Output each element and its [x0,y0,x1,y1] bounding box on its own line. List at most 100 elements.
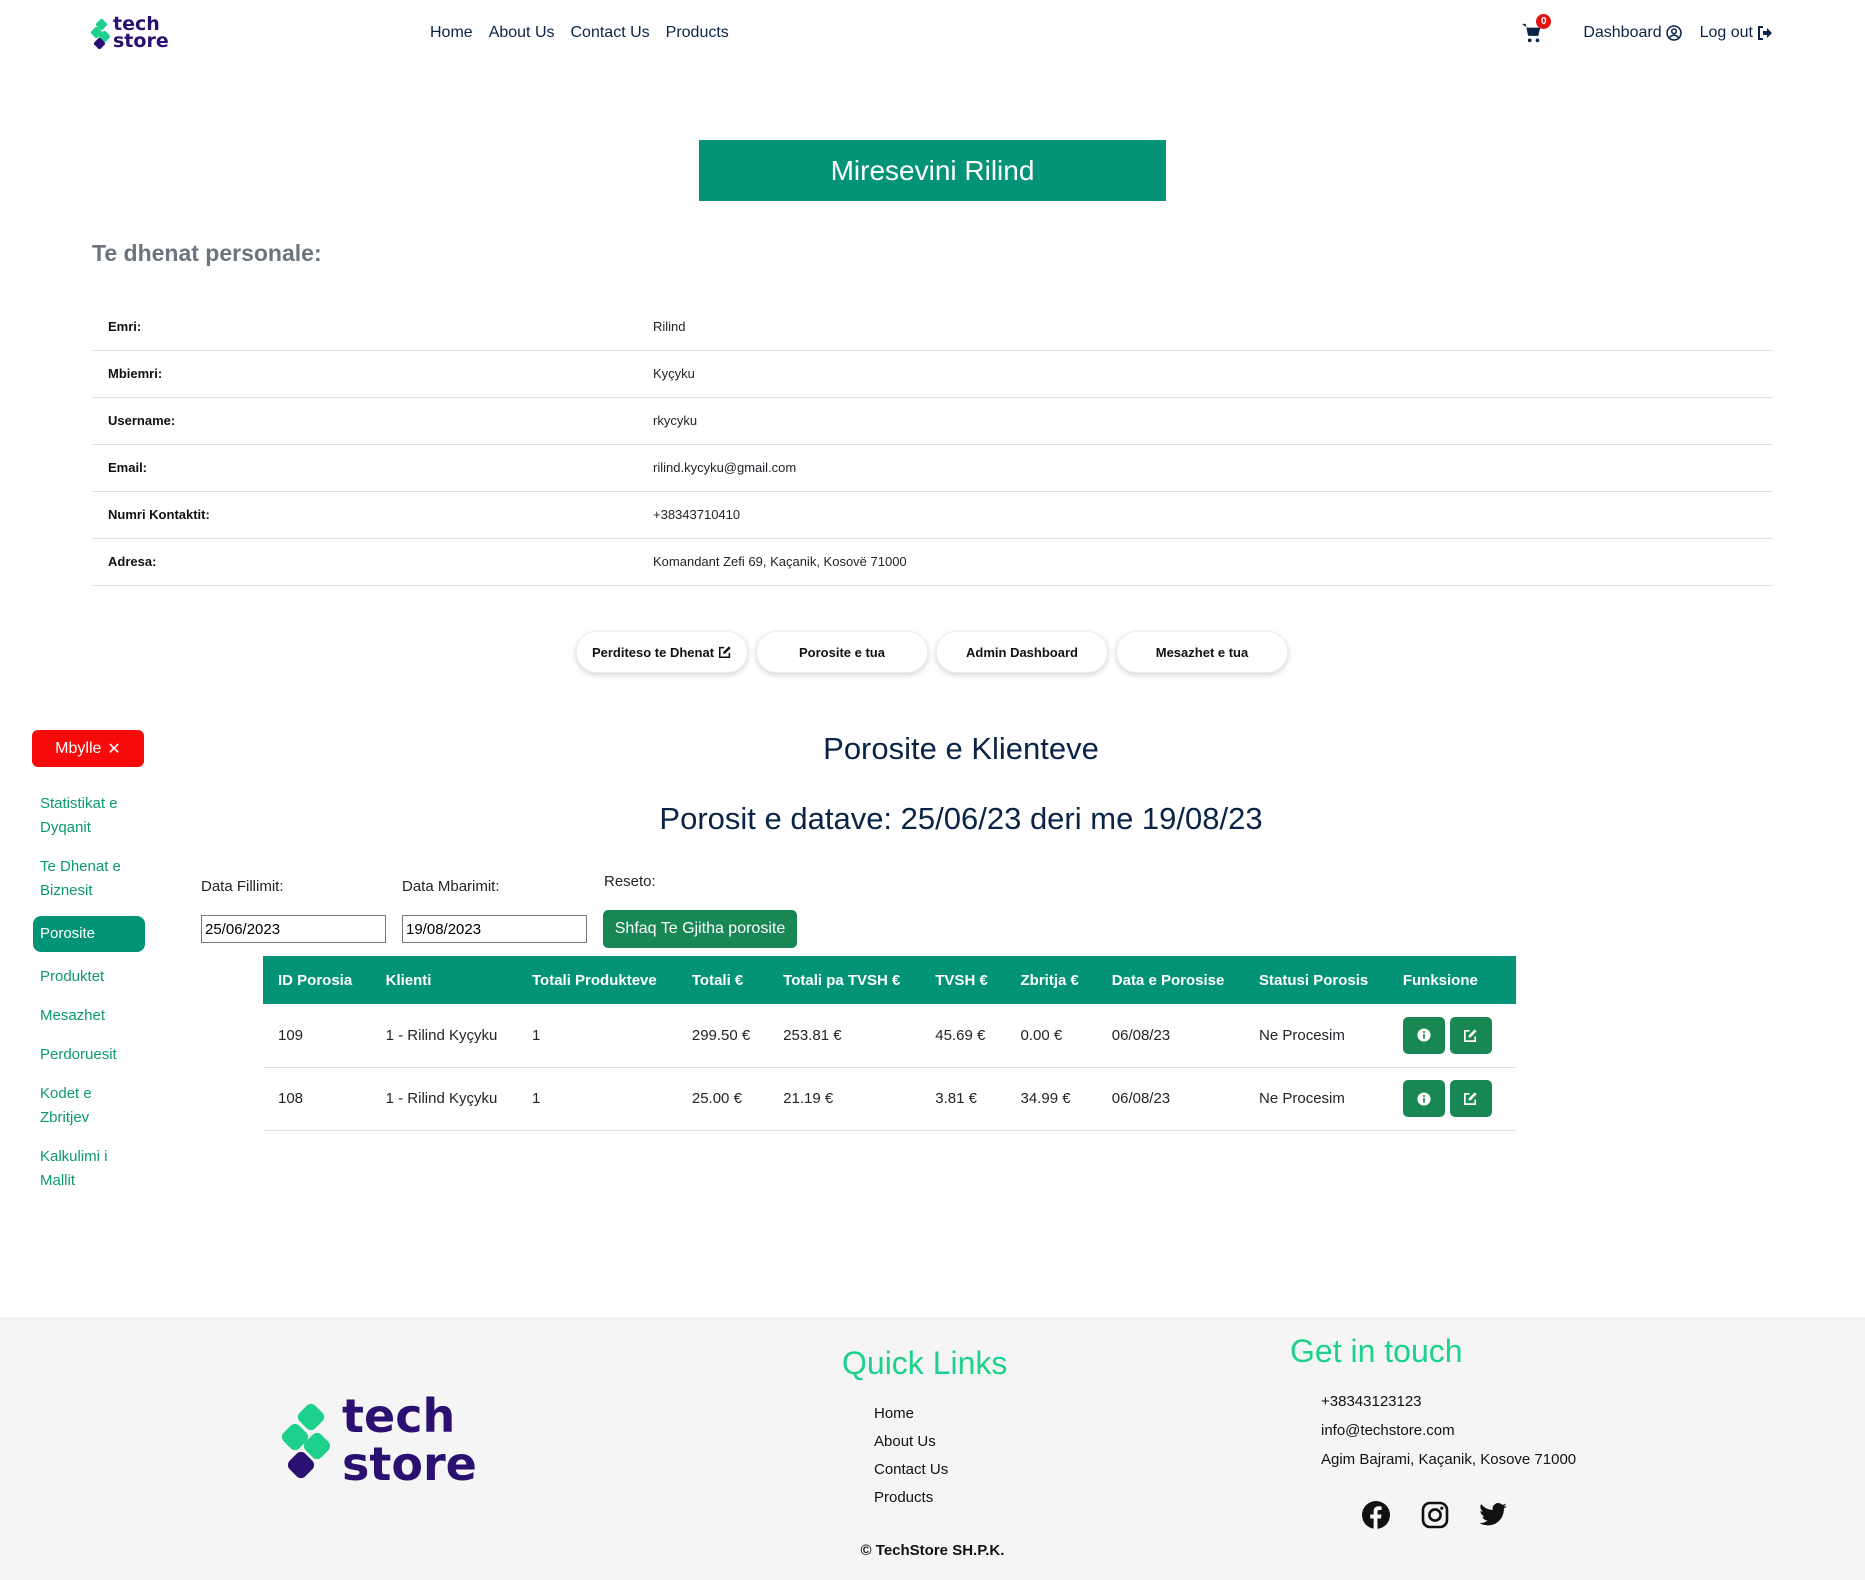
info-icon [1417,1091,1431,1106]
info-row: Mbiemri: Kyçyku [92,350,1773,398]
edit-icon [719,646,731,659]
info-row: Emri: Rilind [92,303,1773,351]
order-discount: 34.99 € [1005,1067,1097,1131]
orders-date-range: Porosit e datave: 25/06/23 deri me 19/08… [659,801,1263,836]
order-status: Ne Procesim [1244,1004,1388,1068]
nav-products[interactable]: Products [666,24,729,42]
cart-count-badge: 0 [1536,14,1552,29]
nav-about[interactable]: About Us [489,24,555,42]
info-label: Numri Kontaktit: [92,491,637,539]
footer-link-about[interactable]: About Us [874,1433,936,1450]
order-vat: 45.69 € [920,1004,1006,1068]
order-total-net: 253.81 € [768,1004,921,1068]
table-row: 108 1 - Rilind Kyçyku 1 25.00 € 21.19 € … [263,1067,1516,1131]
order-info-button[interactable] [1402,1080,1445,1117]
info-value: Kyçyku [637,350,1773,398]
contact-phone: +38343123123 [1321,1393,1422,1410]
column-header: Data e Porosise [1096,956,1245,1004]
update-profile-label: Perditeso te Dhenat [591,644,715,660]
logout-link[interactable]: Log out [1700,24,1773,42]
info-row: Adresa: Komandant Zefi 69, Kaçanik, Kosov… [92,538,1773,586]
order-id: 108 [263,1067,371,1131]
order-client: 1 - Rilind Kyçyku [370,1067,517,1131]
nav-right: 0 Dashboard Log out [1521,14,1773,44]
sidebar-item-discount-codes[interactable]: Kodet e Zbritjev [33,1080,145,1132]
order-edit-button[interactable] [1449,1016,1492,1054]
edit-icon [1464,1029,1477,1042]
orders-table: ID Porosia Klienti Totali Produkteve Tot… [263,956,1516,1131]
end-date-input[interactable] [402,915,587,943]
nav-home[interactable]: Home [430,24,473,42]
edit-icon [1464,1092,1477,1105]
twitter-icon[interactable] [1478,1500,1508,1530]
sidebar-item-products[interactable]: Produktet [33,963,145,991]
my-orders-button[interactable]: Porosite e tua [756,631,928,673]
sidebar-item-orders[interactable]: Porosite [33,916,145,952]
orders-title: Porosite e Klienteve [823,731,1099,766]
info-row: Numri Kontaktit: +38343710410 [92,491,1773,539]
column-header: Klienti [370,956,517,1004]
start-date-label: Data Fillimit: [201,878,284,895]
end-date-label: Data Mbarimit: [402,878,500,895]
copyright: © TechStore SH.P.K. [0,1542,1865,1559]
logo-text: tech store [113,13,169,52]
column-header: Zbritja € [1005,956,1097,1004]
nav-links: Home About Us Contact Us Products [430,24,729,42]
footer-link-home[interactable]: Home [874,1405,914,1422]
order-edit-button[interactable] [1449,1080,1492,1117]
sidebar-item-messages[interactable]: Mesazhet [33,1002,145,1030]
show-all-orders-button[interactable]: Shfaq Te Gjitha porosite [603,910,797,948]
order-actions [1387,1004,1516,1068]
order-vat: 3.81 € [920,1067,1006,1131]
user-circle-icon [1665,25,1682,41]
info-label: Adresa: [92,538,637,586]
info-icon [1417,1028,1431,1042]
info-label: Username: [92,397,637,445]
nav-contact[interactable]: Contact Us [571,24,650,42]
footer-link-contact[interactable]: Contact Us [874,1461,948,1478]
sidebar-item-users[interactable]: Perdoruesit [33,1041,145,1069]
my-messages-button[interactable]: Mesazhet e tua [1116,631,1288,673]
info-value: rilind.kycyku@gmail.com [637,444,1773,492]
quick-links-title: Quick Links [842,1345,1008,1381]
footer-link-products[interactable]: Products [874,1489,933,1506]
dashboard-link[interactable]: Dashboard [1583,24,1682,42]
info-value: +38343710410 [637,491,1773,539]
reset-label: Reseto: [604,873,656,890]
order-actions [1387,1067,1516,1131]
info-row: Email: rilind.kycyku@gmail.com [92,444,1773,492]
sidebar-item-business-data[interactable]: Te Dhenat e Biznesit [33,853,145,905]
order-info-button[interactable] [1402,1016,1445,1054]
instagram-icon[interactable] [1420,1500,1450,1530]
start-date-input[interactable] [201,915,386,943]
copyright-icon: © [860,1542,872,1559]
order-product-count: 1 [517,1067,677,1131]
column-header: ID Porosia [263,956,371,1004]
table-row: 109 1 - Rilind Kyçyku 1 299.50 € 253.81 … [263,1004,1516,1068]
personal-info-table: Emri: Rilind Mbiemri: Kyçyku Username: rkyc… [92,303,1773,586]
order-id: 109 [263,1004,371,1068]
dashboard-label: Dashboard [1583,24,1662,41]
copyright-text: TechStore SH.P.K. [875,1542,1005,1559]
order-product-count: 1 [517,1004,677,1068]
sidebar-item-stock-calculation[interactable]: Kalkulimi i Mallit [33,1143,145,1195]
logo-text: tech store [342,1389,477,1491]
update-profile-button[interactable]: Perditeso te Dhenat [576,631,748,673]
sign-out-icon [1758,26,1772,40]
orders-header-row: ID Porosia Klienti Totali Produkteve Tot… [263,956,1516,1004]
top-navbar: tech store Home About Us Contact Us Prod… [0,0,1865,70]
admin-dashboard-button[interactable]: Admin Dashboard [936,631,1108,673]
info-row: Username: rkycyku [92,397,1773,445]
facebook-icon[interactable] [1361,1500,1391,1530]
info-value: rkycyku [637,397,1773,445]
info-value: Rilind [637,303,1773,351]
get-in-touch-title: Get in touch [1290,1333,1463,1369]
profile-actions: Perditeso te Dhenat Porosite e tua Admin… [576,631,1288,673]
brand-logo[interactable]: tech store [90,13,169,52]
footer-logo[interactable]: tech store [279,1389,477,1491]
order-discount: 0.00 € [1005,1004,1097,1068]
logout-label: Log out [1699,24,1753,41]
logo-mark-icon [90,16,111,50]
cart-icon[interactable]: 0 [1521,14,1552,44]
order-date: 06/08/23 [1096,1067,1245,1131]
